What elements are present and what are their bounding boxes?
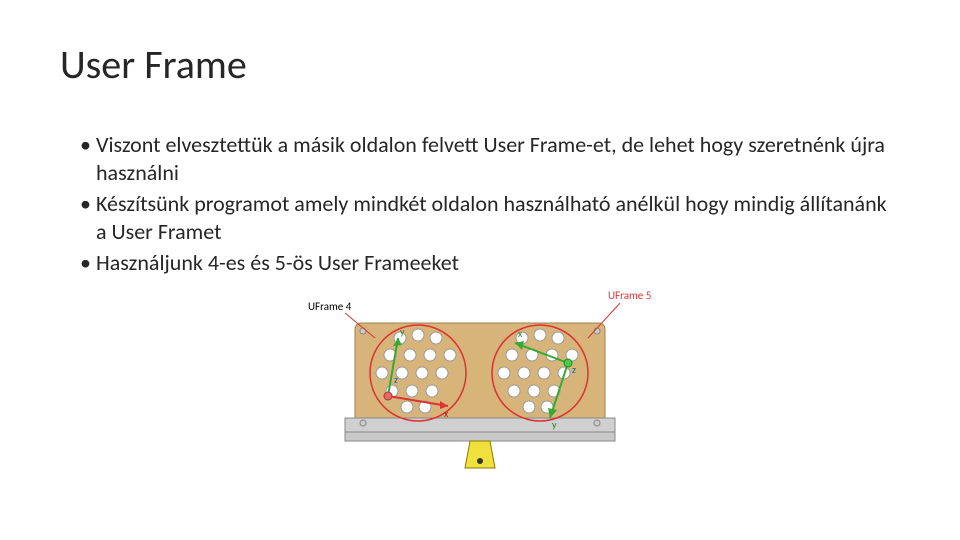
axis-x-label-left: x <box>444 407 449 420</box>
slide-title: User Frame <box>60 40 900 89</box>
corner-bolt-icon <box>360 420 366 426</box>
bullet-item: Készítsünk programot amely mindkét oldal… <box>80 190 900 245</box>
uframe5-label: UFrame 5 <box>608 289 651 302</box>
fixture-diagram: z x y z x y UFrame 4 UFrame 5 <box>290 283 670 473</box>
uframe4-label: UFrame 4 <box>308 300 352 313</box>
origin-dot-right-icon <box>564 359 572 367</box>
axis-y-label-right: y <box>552 418 557 431</box>
axis-z-label-right: z <box>572 363 576 376</box>
axis-z-label-left: z <box>394 373 398 386</box>
bullet-item: Használjunk 4-es és 5-ös User Frameeket <box>80 249 900 277</box>
axis-x-label-right: x <box>518 327 523 340</box>
origin-dot-left-icon <box>384 392 392 400</box>
slide: User Frame Viszont elvesztettük a másik … <box>0 0 960 540</box>
plate-base-icon <box>345 418 615 432</box>
bolt-icon <box>477 458 483 464</box>
diagram-svg: z x y z x y UFrame 4 UFrame 5 <box>290 283 670 473</box>
corner-bolt-icon <box>360 328 366 334</box>
corner-bolt-icon <box>594 420 600 426</box>
bullet-list: Viszont elvesztettük a másik oldalon fel… <box>60 131 900 277</box>
axis-y-label-left: y <box>400 325 405 338</box>
bullet-item: Viszont elvesztettük a másik oldalon fel… <box>80 131 900 186</box>
